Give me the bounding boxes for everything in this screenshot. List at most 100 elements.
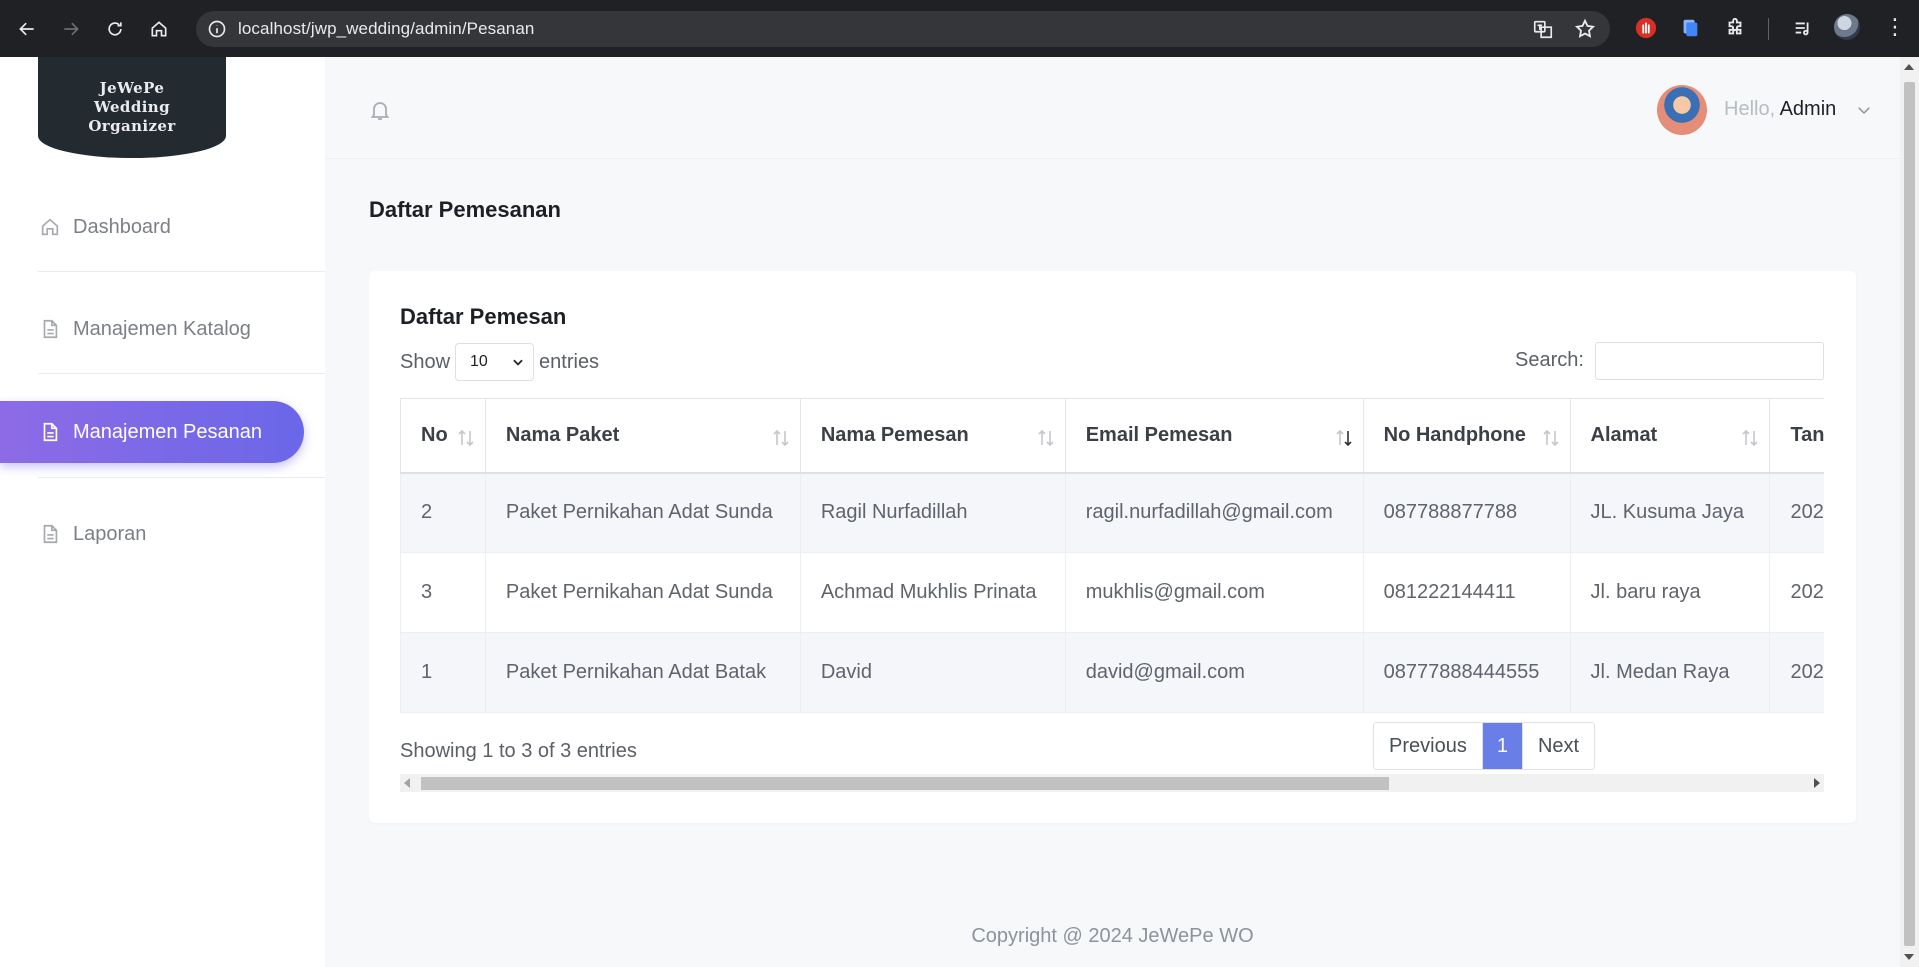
home-icon — [39, 215, 61, 239]
table-row: 3 Paket Pernikahan Adat Sunda Achmad Muk… — [400, 552, 1824, 633]
sort-icon — [1542, 429, 1559, 447]
column-label: No — [421, 423, 448, 446]
sort-icon — [458, 429, 474, 447]
column-label: Alamat — [1590, 423, 1658, 446]
entries-label: entries — [539, 350, 600, 373]
cell-tanggal: 202 — [1769, 472, 1824, 553]
chevron-down-icon — [513, 359, 523, 366]
column-header-tanggal[interactable]: Tan — [1769, 398, 1824, 474]
column-header-alamat[interactable]: Alamat — [1569, 398, 1771, 474]
cell-email: mukhlis@gmail.com — [1064, 552, 1364, 633]
greeting-text: Hello, — [1724, 98, 1776, 120]
previous-page-button[interactable]: Previous — [1374, 723, 1482, 769]
sidebar-item-laporan[interactable]: Laporan — [0, 503, 146, 565]
reload-button[interactable] — [94, 8, 136, 50]
page-1-button[interactable]: 1 — [1481, 723, 1523, 769]
document-icon — [39, 420, 61, 444]
home-button[interactable] — [138, 8, 180, 50]
sidebar-item-label: Laporan — [73, 522, 147, 545]
sort-icon — [1742, 429, 1759, 447]
forward-button[interactable] — [50, 8, 92, 50]
cell-handphone: 081222144411 — [1362, 552, 1571, 633]
search-input[interactable] — [1595, 342, 1824, 380]
toolbar-divider — [1768, 18, 1769, 40]
table-row: 2 Paket Pernikahan Adat Sunda Ragil Nurf… — [400, 472, 1824, 553]
column-label: Nama Pemesan — [820, 423, 969, 446]
table-row: 1 Paket Pernikahan Adat Batak David davi… — [400, 632, 1824, 713]
media-playlist-icon[interactable] — [1790, 15, 1816, 41]
scroll-right-arrow[interactable] — [1814, 778, 1820, 788]
page-size-control: Show 10 entries — [400, 343, 599, 381]
page-vertical-scrollbar[interactable] — [1900, 57, 1919, 967]
column-header-no[interactable]: No — [400, 398, 486, 474]
cell-nama-paket: Paket Pernikahan Adat Sunda — [484, 472, 801, 553]
bookmark-star-icon[interactable] — [1574, 18, 1596, 45]
sidebar-item-pesanan[interactable]: Manajemen Pesanan — [0, 401, 304, 463]
search-label: Search: — [1515, 349, 1584, 371]
column-header-nama-paket[interactable]: Nama Paket — [484, 398, 801, 474]
logo-line-3: Organizer — [88, 117, 176, 135]
column-label: No Handphone — [1383, 423, 1526, 446]
profile-avatar-icon[interactable] — [1834, 14, 1860, 40]
table-header-row: No Nama Paket Nama Pemesan Email Pemesan — [400, 398, 1824, 474]
back-button[interactable] — [6, 8, 48, 50]
chevron-down-icon[interactable] — [1855, 101, 1873, 119]
page-size-value: 10 — [470, 353, 488, 370]
horizontal-scrollbar[interactable] — [400, 774, 1824, 792]
sort-icon — [773, 429, 789, 447]
orders-card: Daftar Pemesan Show 10 entries Search: N… — [369, 271, 1856, 823]
site-info-icon[interactable] — [206, 18, 228, 40]
footer-copyright: Copyright @ 2024 JeWePe WO — [971, 925, 1254, 947]
extension-hand-icon[interactable] — [1633, 15, 1659, 41]
cell-nama-pemesan: David — [799, 632, 1066, 713]
cell-handphone: 087788877788 — [1362, 472, 1571, 553]
extensions-puzzle-icon[interactable] — [1722, 15, 1748, 41]
show-label: Show — [400, 350, 451, 373]
url-text: localhost/jwp_wedding/admin/Pesanan — [238, 19, 535, 38]
scrollbar-thumb[interactable] — [1904, 82, 1915, 946]
menu-divider — [38, 373, 325, 374]
cell-nama-paket: Paket Pernikahan Adat Sunda — [484, 552, 801, 633]
column-label: Nama Paket — [505, 423, 620, 446]
cell-alamat: JL. Kusuma Jaya — [1569, 472, 1771, 553]
page-title: Daftar Pemesanan — [369, 197, 561, 222]
scrollbar-thumb[interactable] — [421, 777, 1389, 790]
menu-divider — [38, 271, 325, 272]
table-info: Showing 1 to 3 of 3 entries — [400, 740, 637, 762]
cell-handphone: 08777888444555 — [1362, 632, 1571, 713]
orders-table: No Nama Paket Nama Pemesan Email Pemesan — [400, 398, 1824, 713]
scroll-up-arrow[interactable] — [1904, 64, 1914, 70]
browser-toolbar: localhost/jwp_wedding/admin/Pesanan ⋮ — [0, 0, 1919, 57]
sidebar-item-katalog[interactable]: Manajemen Katalog — [0, 298, 251, 360]
cell-nama-pemesan: Achmad Mukhlis Prinata — [799, 552, 1066, 633]
page-size-select[interactable]: 10 — [455, 343, 535, 381]
user-avatar[interactable] — [1657, 85, 1707, 135]
column-label: Email Pemesan — [1085, 423, 1233, 446]
column-header-no-handphone[interactable]: No Handphone — [1362, 398, 1571, 474]
extension-docs-icon[interactable] — [1677, 15, 1703, 41]
next-page-button[interactable]: Next — [1522, 723, 1595, 769]
sidebar-item-label: Manajemen Pesanan — [73, 420, 263, 443]
sidebar: JeWePe Wedding Organizer Dashboard Manaj… — [0, 57, 325, 967]
column-header-nama-pemesan[interactable]: Nama Pemesan — [799, 398, 1066, 474]
sidebar-item-dashboard[interactable]: Dashboard — [0, 196, 171, 258]
card-title: Daftar Pemesan — [400, 304, 567, 329]
menu-divider — [38, 477, 325, 478]
logo-line-1: JeWePe — [99, 79, 165, 97]
address-bar[interactable]: localhost/jwp_wedding/admin/Pesanan — [196, 11, 1610, 47]
scroll-down-arrow[interactable] — [1904, 954, 1914, 960]
translate-icon[interactable] — [1532, 18, 1554, 45]
browser-menu-icon[interactable]: ⋮ — [1884, 14, 1906, 40]
logo-line-2: Wedding — [93, 98, 171, 116]
sort-desc-icon — [1336, 429, 1352, 447]
cell-no: 3 — [400, 552, 486, 633]
user-name: Admin — [1779, 98, 1837, 120]
cell-alamat: Jl. baru raya — [1569, 552, 1771, 633]
brand-logo[interactable]: JeWePe Wedding Organizer — [38, 57, 226, 158]
scroll-left-arrow[interactable] — [404, 778, 410, 788]
sort-icon — [1038, 429, 1054, 447]
notification-bell-icon[interactable] — [368, 98, 392, 122]
cell-nama-paket: Paket Pernikahan Adat Batak — [484, 632, 801, 713]
column-header-email-pemesan[interactable]: Email Pemesan — [1064, 398, 1364, 474]
user-greeting[interactable]: Hello, Admin — [1724, 98, 1836, 121]
